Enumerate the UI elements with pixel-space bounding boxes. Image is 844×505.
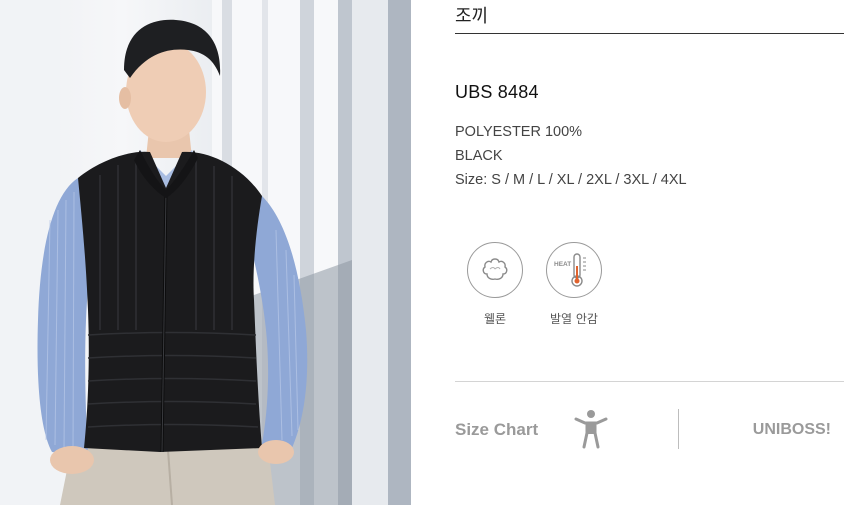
section-divider [455, 381, 844, 382]
feature-heat-lining-label: 발열 안감 [550, 312, 598, 326]
person-icon[interactable] [573, 409, 609, 454]
size-chart-link[interactable]: Size Chart [455, 420, 538, 440]
product-photo [0, 0, 411, 505]
feature-heat-lining: HEAT 발열 안감 [545, 242, 603, 327]
model-code: UBS 8484 [455, 82, 539, 102]
material-spec: POLYESTER 100% [455, 124, 583, 140]
heat-icon-text: HEAT [554, 261, 571, 268]
feature-wellon-label: 웰론 [483, 312, 507, 326]
feature-wellon: 웰론 [466, 242, 524, 327]
product-category-title: 조끼 [455, 6, 489, 27]
cotton-icon [467, 242, 523, 298]
footer-divider [678, 409, 679, 449]
heat-thermometer-icon: HEAT [546, 242, 602, 298]
product-info-panel: 조끼 UBS 8484 POLYESTER 100% BLACK Size: S… [455, 0, 844, 505]
size-spec: Size: S / M / L / XL / 2XL / 3XL / 4XL [455, 172, 687, 188]
product-photo-illustration [0, 0, 411, 505]
color-spec: BLACK [455, 148, 503, 164]
brand-logo[interactable]: UNIBOSS! [753, 421, 831, 439]
title-divider [455, 33, 844, 34]
